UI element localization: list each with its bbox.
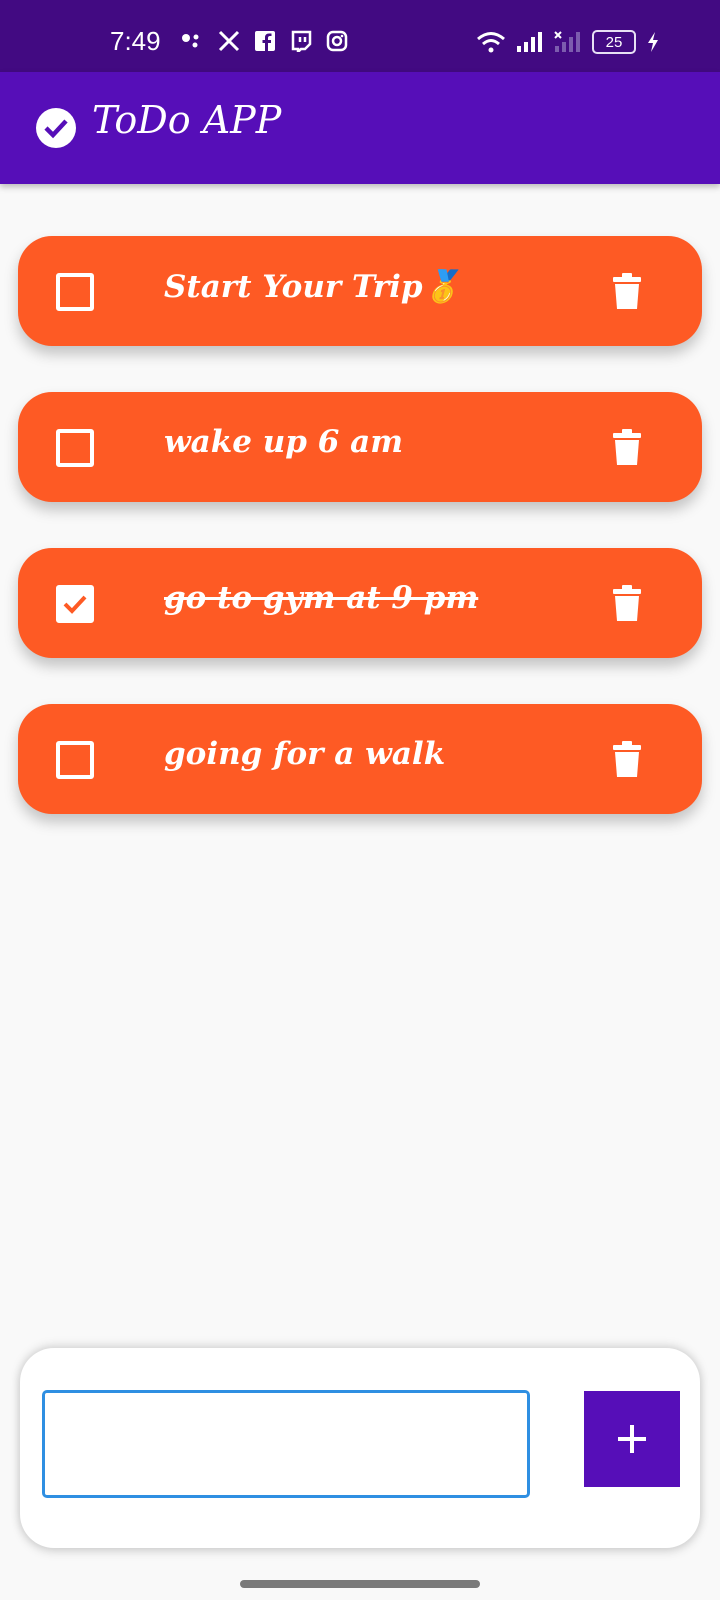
- instagram-icon: [326, 30, 348, 52]
- task-label: Start Your Trip🥇: [164, 269, 462, 305]
- gesture-nav-handle[interactable]: [240, 1580, 480, 1588]
- medal-emoji: 🥇: [422, 269, 462, 305]
- trash-icon: [613, 741, 641, 777]
- task-checkbox[interactable]: [56, 273, 94, 311]
- trash-icon: [613, 585, 641, 621]
- trash-icon: [613, 429, 641, 465]
- wifi-icon: [477, 32, 505, 53]
- battery-icon: 25: [592, 30, 636, 54]
- task-item: Start Your Trip🥇: [18, 236, 702, 346]
- task-label: wake up 6 am: [164, 424, 404, 460]
- task-label: go to gym at 9 pm: [164, 580, 479, 616]
- add-task-button[interactable]: [584, 1391, 680, 1487]
- x-icon: [218, 30, 240, 52]
- status-bar: 7:49 25: [0, 0, 720, 72]
- task-item: wake up 6 am: [18, 392, 702, 502]
- assistant-dots-icon: [182, 34, 199, 48]
- status-time: 7:49: [110, 26, 161, 56]
- task-label: going for a walk: [164, 736, 446, 772]
- task-item: go to gym at 9 pm: [18, 548, 702, 658]
- delete-button[interactable]: [604, 268, 650, 314]
- task-list: Start Your Trip🥇 wake up 6 am go to gym …: [18, 236, 702, 860]
- signal-no-service-icon: [554, 31, 580, 52]
- app-bar: ToDo APP: [0, 72, 720, 184]
- signal-icon: [517, 32, 542, 52]
- delete-button[interactable]: [604, 736, 650, 782]
- twitch-icon: [291, 30, 312, 52]
- system-icons: 25: [476, 30, 660, 54]
- task-checkbox[interactable]: [56, 585, 94, 623]
- new-task-input[interactable]: [42, 1390, 530, 1498]
- check-circle-icon: [36, 108, 76, 148]
- new-task-panel: [20, 1348, 700, 1548]
- task-item: going for a walk: [18, 704, 702, 814]
- trash-icon: [613, 273, 641, 309]
- delete-button[interactable]: [604, 580, 650, 626]
- task-checkbox[interactable]: [56, 741, 94, 779]
- plus-icon: [618, 1425, 646, 1453]
- facebook-icon: [255, 31, 275, 51]
- notification-icons: [180, 30, 348, 52]
- app-title: ToDo APP: [92, 98, 282, 142]
- charging-icon: [648, 32, 658, 52]
- checkmark-icon: [63, 595, 87, 614]
- delete-button[interactable]: [604, 424, 650, 470]
- task-checkbox[interactable]: [56, 429, 94, 467]
